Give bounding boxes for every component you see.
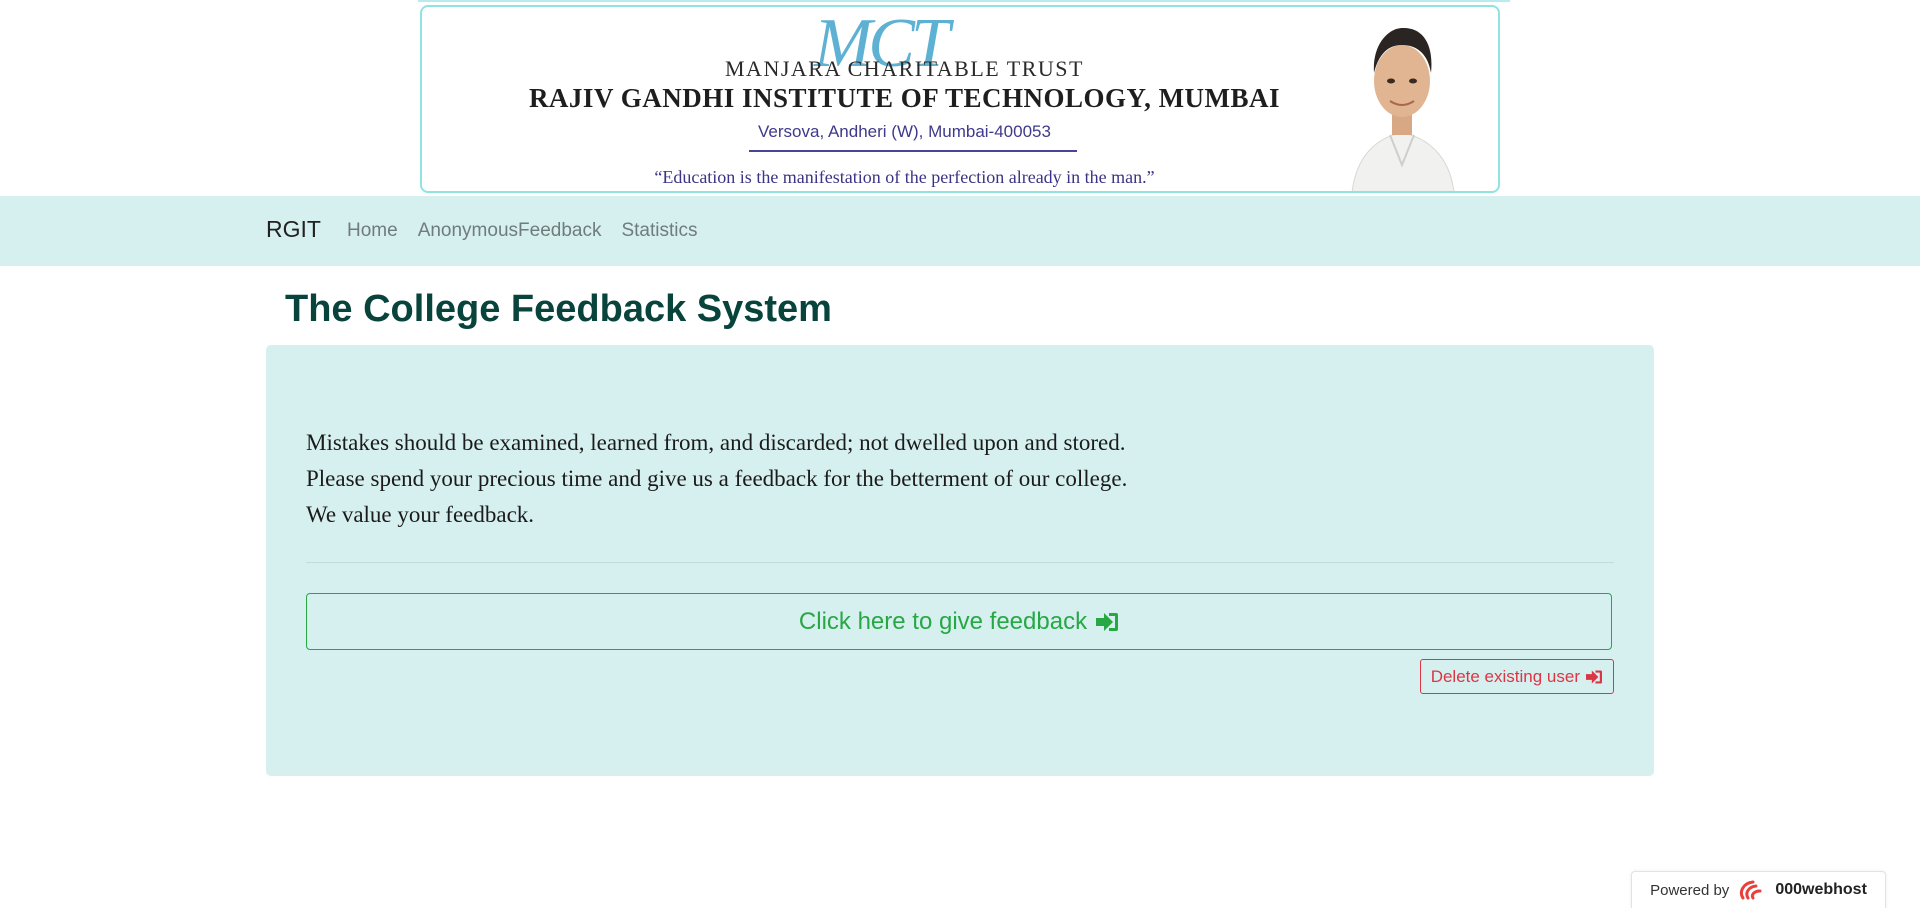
institute-name: RAJIV GANDHI INSTITUTE OF TECHNOLOGY, MU…	[528, 83, 1281, 113]
give-feedback-label: Click here to give feedback	[798, 607, 1088, 635]
banner-top-line	[418, 0, 1510, 2]
webhost-brand: 000webhost	[1775, 881, 1867, 898]
intro-text: Mistakes should be examined, learned fro…	[306, 425, 1127, 533]
nav-item-home[interactable]: Home	[347, 220, 398, 242]
address-underline	[749, 150, 1077, 152]
nav-item-anonymous-feedback[interactable]: AnonymousFeedback	[418, 220, 602, 242]
college-banner: MCT MANJARA CHARITABLE TRUST RAJIV GANDH…	[418, 0, 1510, 195]
intro-line: We value your feedback.	[306, 502, 535, 527]
give-feedback-button[interactable]: Click here to give feedback	[306, 593, 1612, 650]
powered-by-label: Powered by	[1650, 881, 1730, 899]
banner-frame: MCT MANJARA CHARITABLE TRUST RAJIV GANDH…	[420, 5, 1500, 193]
nav-links: Home AnonymousFeedback Statistics	[347, 220, 698, 242]
sign-in-icon	[1586, 669, 1602, 684]
trust-name: MANJARA CHARITABLE TRUST	[725, 56, 1084, 81]
founder-portrait	[1342, 15, 1462, 191]
divider	[306, 562, 1614, 563]
intro-line: Please spend your precious time and give…	[306, 466, 1128, 491]
page-title: The College Feedback System	[285, 288, 832, 330]
feedback-jumbotron: Mistakes should be examined, learned fro…	[266, 345, 1654, 776]
institute-motto: “Education is the manifestation of the p…	[654, 167, 1155, 187]
delete-user-button[interactable]: Delete existing user	[1419, 659, 1614, 694]
webhost-logo-icon	[1740, 880, 1762, 900]
delete-user-label: Delete existing user	[1430, 666, 1580, 686]
sign-in-icon	[1096, 612, 1119, 631]
institute-address: Versova, Andheri (W), Mumbai-400053	[758, 122, 1051, 141]
nav-item-statistics[interactable]: Statistics	[621, 220, 697, 242]
powered-by-badge[interactable]: Powered by 000webhost	[1631, 871, 1886, 908]
top-navbar: RGIT Home AnonymousFeedback Statistics	[0, 196, 1920, 266]
navbar-brand[interactable]: RGIT	[266, 216, 321, 243]
intro-line: Mistakes should be examined, learned fro…	[306, 430, 1126, 455]
